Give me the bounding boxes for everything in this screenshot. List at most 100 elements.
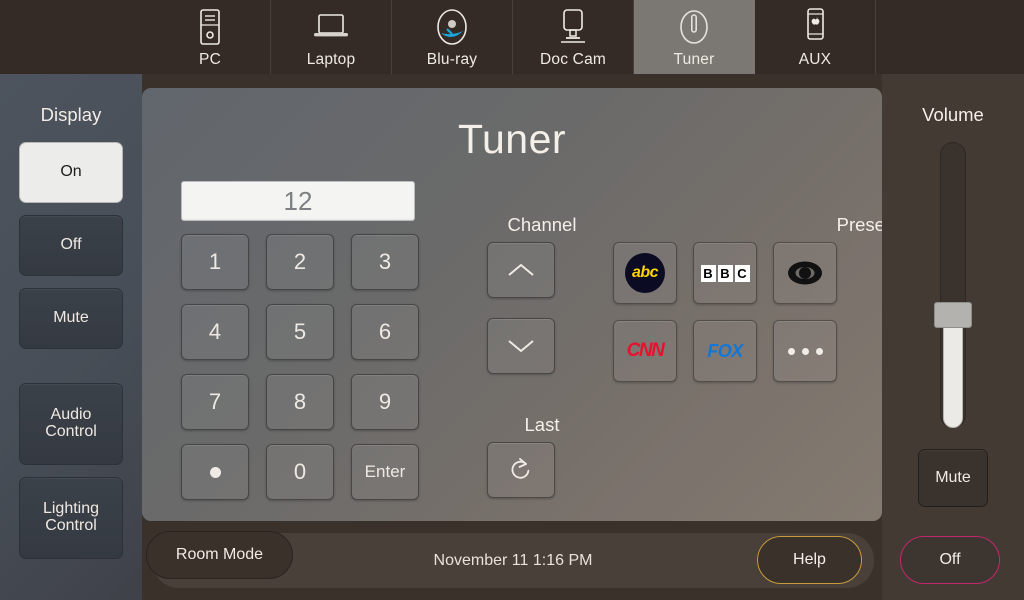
key-enter-label: Enter — [364, 462, 406, 481]
channel-readout-display[interactable]: 12 — [181, 181, 415, 221]
key-2-label: 2 — [293, 249, 307, 274]
lighting-control-label-line2: Control — [45, 517, 97, 534]
source-tab-label: Tuner — [673, 51, 715, 68]
topbar-left-spacer — [0, 0, 150, 74]
key-9-label: 9 — [378, 389, 392, 414]
lighting-control-button[interactable]: Lighting Control — [19, 477, 123, 559]
source-tab-label: PC — [199, 51, 221, 68]
key-9[interactable]: 9 — [351, 374, 419, 430]
key-7[interactable]: 7 — [181, 374, 249, 430]
dot-icon — [209, 466, 221, 478]
volume-mute-button[interactable]: Mute — [918, 449, 988, 507]
preset-bbc[interactable]: BBC — [693, 242, 757, 304]
preset-cnn[interactable]: CNN — [613, 320, 677, 382]
source-tab-aux[interactable]: AUX — [755, 0, 876, 74]
volume-title: Volume — [922, 104, 984, 125]
channel-group-label: Channel — [507, 214, 577, 235]
source-tab-label: AUX — [798, 51, 832, 68]
key-8-label: 8 — [293, 389, 307, 414]
display-mute-label: Mute — [53, 309, 89, 327]
display-on-label: On — [60, 163, 82, 181]
desktop-tower-icon — [187, 4, 233, 50]
preset-abc[interactable]: abc — [613, 242, 677, 304]
source-tab-pc[interactable]: PC — [150, 0, 271, 74]
cbs-eye-logo-icon — [788, 261, 822, 285]
key-enter[interactable]: Enter — [351, 444, 419, 500]
key-dot[interactable] — [181, 444, 249, 500]
system-off-label: Off — [939, 551, 961, 568]
audio-control-label-line1: Audio — [50, 406, 92, 424]
key-4-label: 4 — [208, 319, 222, 344]
numeric-keypad: 1 2 3 4 5 6 7 8 9 0 Enter — [181, 234, 419, 500]
counter-clockwise-arrow-icon — [511, 458, 530, 479]
bbc-logo-icon: BBC — [700, 264, 750, 282]
tuner-control-panel: PC Laptop Blu-ray Doc Cam Tuner AUX Disp… — [0, 0, 1024, 600]
preset-cbs[interactable] — [773, 242, 837, 304]
key-1[interactable]: 1 — [181, 234, 249, 290]
preset-fox[interactable]: FOX — [693, 320, 757, 382]
last-group-label: Last — [524, 414, 560, 435]
key-5-label: 5 — [293, 319, 307, 344]
room-mode-button[interactable]: Room Mode — [146, 531, 293, 579]
lighting-control-label-line1: Lighting — [42, 500, 100, 518]
key-6-label: 6 — [378, 319, 392, 344]
tuner-main-panel: Tuner 12 1 2 3 4 5 6 7 8 9 0 Enter Chann… — [142, 88, 899, 521]
more-dots-icon — [787, 347, 823, 355]
bluray-disc-icon — [429, 4, 475, 50]
volume-column: Volume Mute — [882, 74, 1024, 600]
key-6[interactable]: 6 — [351, 304, 419, 360]
channel-down-button[interactable] — [487, 318, 555, 374]
sidebar-divider-gap — [0, 361, 142, 383]
source-tab-tuner[interactable]: Tuner — [634, 0, 755, 74]
source-tab-label: Doc Cam — [540, 51, 606, 68]
source-tab-bar: PC Laptop Blu-ray Doc Cam Tuner AUX — [0, 0, 1024, 74]
source-tab-laptop[interactable]: Laptop — [271, 0, 392, 74]
source-tab-bluray[interactable]: Blu-ray — [392, 0, 513, 74]
room-mode-label: Room Mode — [175, 546, 264, 563]
key-0[interactable]: 0 — [266, 444, 334, 500]
channel-up-button[interactable] — [487, 242, 555, 298]
volume-slider-thumb[interactable] — [934, 302, 972, 328]
fox-logo-icon: FOX — [707, 340, 743, 361]
laptop-icon — [308, 4, 354, 50]
help-button[interactable]: Help — [757, 536, 862, 584]
channel-readout-value: 12 — [283, 185, 313, 216]
topbar-right-spacer — [876, 0, 1024, 74]
bottom-status-bar: Room Mode November 11 1:16 PM Help — [146, 531, 874, 588]
page-title: Tuner — [457, 116, 567, 162]
key-2[interactable]: 2 — [266, 234, 334, 290]
key-8[interactable]: 8 — [266, 374, 334, 430]
key-4[interactable]: 4 — [181, 304, 249, 360]
key-5[interactable]: 5 — [266, 304, 334, 360]
volume-slider[interactable] — [934, 142, 972, 428]
source-tab-label: Laptop — [306, 51, 356, 68]
phone-apple-icon — [792, 4, 838, 50]
display-off-label: Off — [60, 236, 82, 254]
key-7-label: 7 — [208, 389, 222, 414]
cnn-logo-icon: CNN — [626, 340, 665, 361]
key-3-label: 3 — [378, 249, 392, 274]
audio-control-button[interactable]: Audio Control — [19, 383, 123, 465]
volume-slider-fill — [943, 315, 963, 428]
display-off-button[interactable]: Off — [19, 215, 123, 276]
last-channel-button[interactable] — [487, 442, 555, 498]
display-on-button[interactable]: On — [19, 142, 123, 203]
document-camera-icon — [550, 4, 596, 50]
source-tab-doc-cam[interactable]: Doc Cam — [513, 0, 634, 74]
key-1-label: 1 — [208, 249, 222, 274]
sidebar-title: Display — [40, 104, 102, 125]
help-label: Help — [793, 551, 826, 568]
abc-logo-icon: abc — [625, 253, 665, 293]
channel-buttons — [487, 242, 555, 394]
source-tab-label: Blu-ray — [426, 51, 478, 68]
preset-more[interactable] — [773, 320, 837, 382]
display-sidebar: Display On Off Mute Audio Control Lighti… — [0, 74, 142, 600]
tuner-knob-icon — [671, 4, 717, 50]
display-mute-button[interactable]: Mute — [19, 288, 123, 349]
system-off-button[interactable]: Off — [900, 536, 1000, 584]
chevron-up-icon — [508, 263, 534, 276]
volume-mute-label: Mute — [935, 469, 971, 486]
key-0-label: 0 — [293, 459, 307, 484]
key-3[interactable]: 3 — [351, 234, 419, 290]
audio-control-label-line2: Control — [45, 423, 97, 440]
